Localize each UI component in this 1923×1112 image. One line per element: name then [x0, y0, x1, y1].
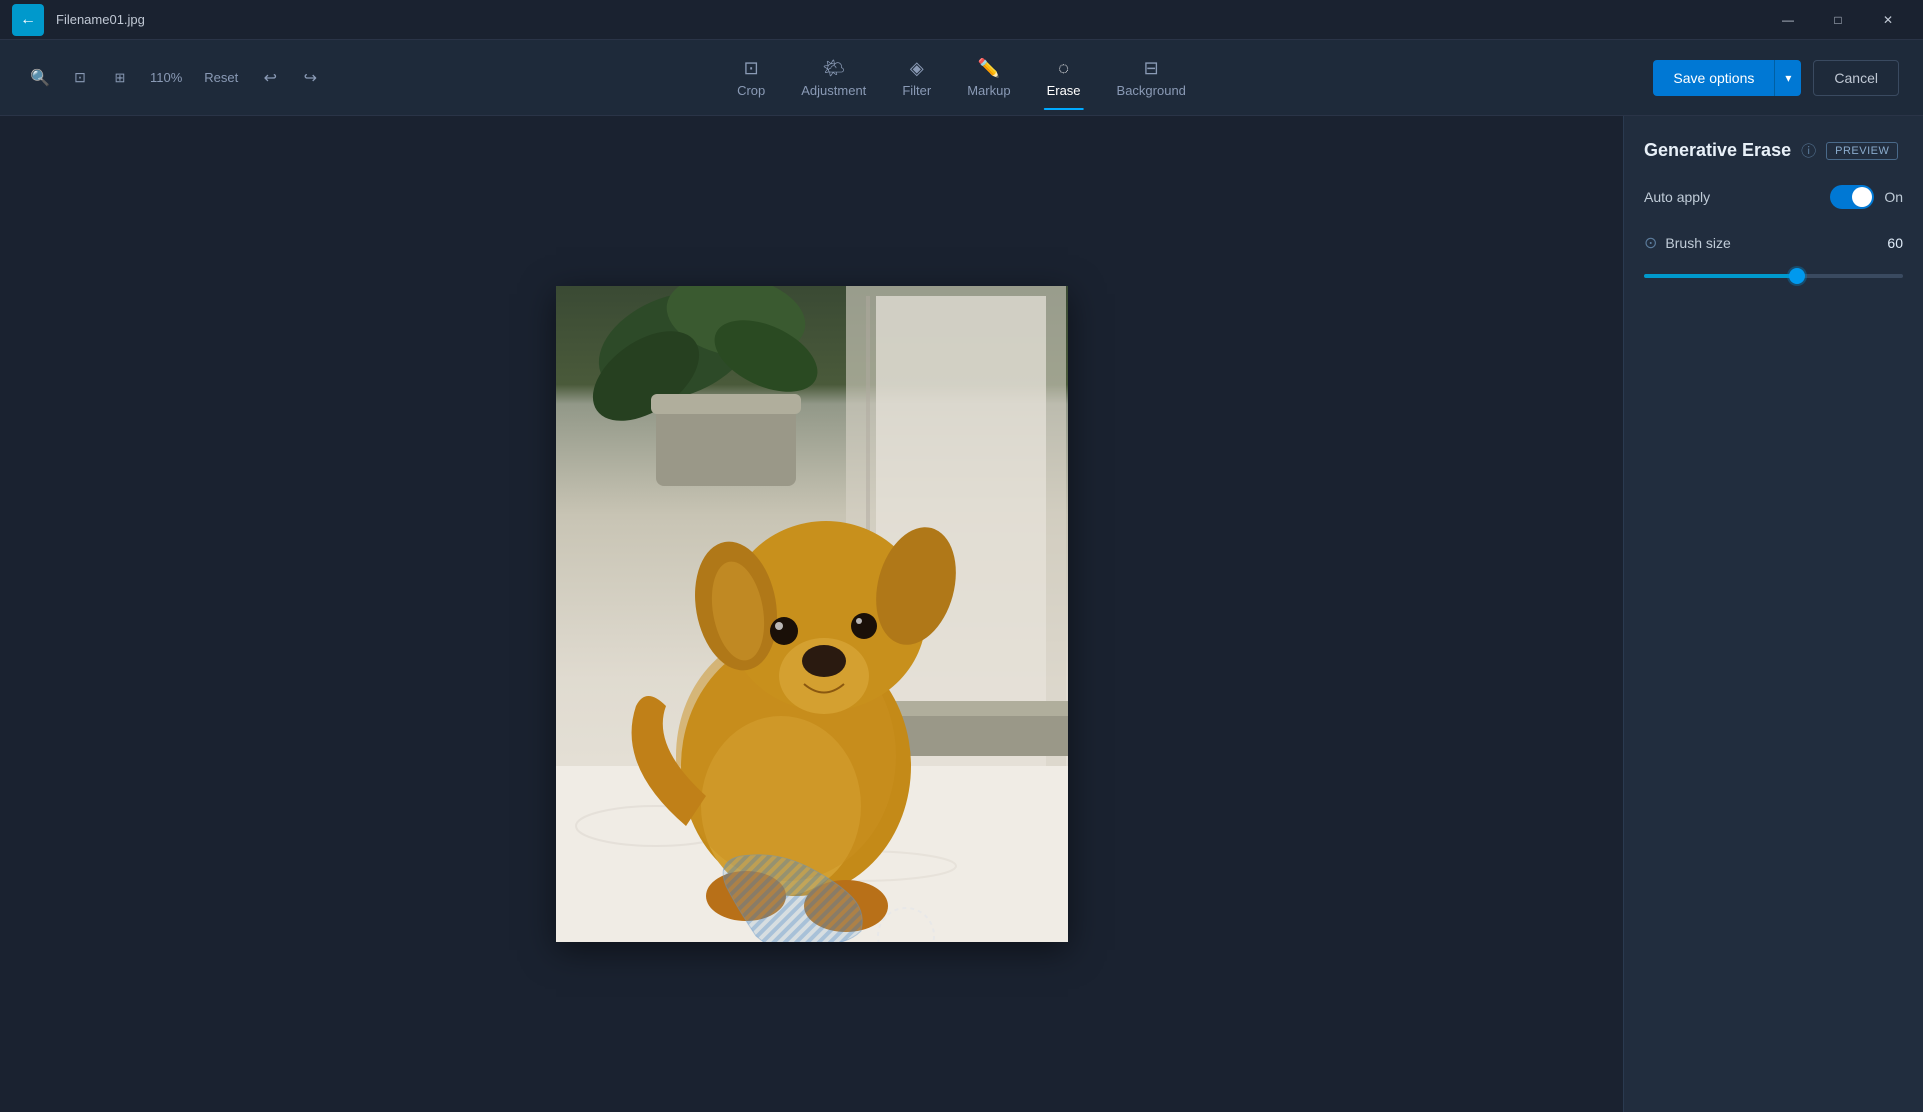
fit-view-button[interactable]: ⊡ — [64, 62, 96, 94]
erase-label: Erase — [1047, 83, 1081, 98]
brush-icon: ⊙ — [1644, 233, 1657, 253]
close-icon: ✕ — [1883, 13, 1893, 27]
redo-button[interactable]: ↪ — [294, 62, 326, 94]
zoom-level: 110% — [144, 70, 188, 85]
maximize-button[interactable]: □ — [1815, 4, 1861, 36]
tool-crop[interactable]: ⊡ Crop — [721, 50, 781, 106]
dog-photo — [556, 286, 1068, 942]
toolbar-left: 🔍 ⊡ ⊞ 110% Reset ↩ ↪ — [24, 62, 326, 94]
tool-adjustment[interactable]: 🌤 Adjustment — [785, 50, 882, 106]
brush-size-label: Brush size — [1665, 235, 1730, 251]
erase-icon: ◌ — [1058, 58, 1069, 79]
fit-icon: ⊡ — [74, 69, 86, 86]
reset-button[interactable]: Reset — [196, 66, 246, 89]
dropdown-arrow-icon: ▾ — [1785, 71, 1791, 85]
tool-background[interactable]: ⊟ Background — [1101, 50, 1202, 106]
toggle-group: On — [1830, 185, 1903, 209]
close-button[interactable]: ✕ — [1865, 4, 1911, 36]
save-options-button[interactable]: Save options — [1653, 60, 1774, 96]
maximize-icon: □ — [1834, 13, 1841, 27]
back-button[interactable]: ← — [12, 4, 44, 36]
info-icon[interactable]: ⓘ — [1801, 140, 1816, 161]
panel-title: Generative Erase — [1644, 140, 1791, 161]
background-icon: ⊟ — [1144, 58, 1159, 79]
main-toolbar: 🔍 ⊡ ⊞ 110% Reset ↩ ↪ ⊡ Crop 🌤 Adjustment… — [0, 40, 1923, 116]
undo-button[interactable]: ↩ — [254, 62, 286, 94]
tool-erase[interactable]: ◌ Erase — [1031, 50, 1097, 106]
auto-apply-row: Auto apply On — [1644, 185, 1903, 209]
tool-filter[interactable]: ◈ Filter — [886, 50, 947, 106]
toggle-knob — [1852, 187, 1872, 207]
aspect-ratio-button[interactable]: ⊞ — [104, 62, 136, 94]
tool-selector: ⊡ Crop 🌤 Adjustment ◈ Filter ✏️ Markup ◌… — [721, 50, 1202, 106]
minimize-button[interactable]: — — [1765, 4, 1811, 36]
right-panel: Generative Erase ⓘ PREVIEW Auto apply On… — [1623, 116, 1923, 1112]
adjustment-icon: 🌤 — [822, 58, 845, 79]
preview-badge: PREVIEW — [1826, 142, 1898, 160]
undo-icon: ↩ — [264, 68, 277, 88]
window-controls: — □ ✕ — [1765, 4, 1911, 36]
toolbar-right: Save options ▾ Cancel — [1653, 60, 1899, 96]
zoom-out-button[interactable]: 🔍 — [24, 62, 56, 94]
redo-icon: ↪ — [304, 68, 317, 88]
main-area: Generative Erase ⓘ PREVIEW Auto apply On… — [0, 116, 1923, 1112]
zoom-out-icon: 🔍 — [30, 68, 50, 88]
markup-icon: ✏️ — [978, 58, 1000, 79]
adjustment-label: Adjustment — [801, 83, 866, 98]
filter-label: Filter — [902, 83, 931, 98]
title-bar: ← Filename01.jpg — □ ✕ — [0, 0, 1923, 40]
brush-size-row: ⊙ Brush size 60 — [1644, 233, 1903, 253]
crop-label: Crop — [737, 83, 765, 98]
save-options-group: Save options ▾ — [1653, 60, 1801, 96]
save-dropdown-button[interactable]: ▾ — [1774, 60, 1801, 96]
tool-markup[interactable]: ✏️ Markup — [951, 50, 1026, 106]
brush-label-group: ⊙ Brush size — [1644, 233, 1731, 253]
auto-apply-toggle[interactable] — [1830, 185, 1874, 209]
back-icon: ← — [20, 11, 36, 29]
markup-label: Markup — [967, 83, 1010, 98]
panel-header: Generative Erase ⓘ PREVIEW — [1644, 140, 1903, 161]
toggle-state-label: On — [1884, 189, 1903, 205]
background-label: Background — [1117, 83, 1186, 98]
crop-icon: ⊡ — [744, 58, 759, 79]
auto-apply-label: Auto apply — [1644, 189, 1710, 205]
brush-slider-container — [1644, 265, 1903, 283]
brush-size-value: 60 — [1887, 235, 1903, 251]
filter-icon: ◈ — [910, 58, 924, 79]
minimize-icon: — — [1782, 13, 1794, 27]
brush-size-slider[interactable] — [1644, 274, 1903, 278]
aspect-icon: ⊞ — [115, 70, 126, 86]
canvas-area[interactable] — [0, 116, 1623, 1112]
brush-size-section: ⊙ Brush size 60 — [1644, 233, 1903, 283]
cancel-button[interactable]: Cancel — [1813, 60, 1899, 96]
window-title: Filename01.jpg — [56, 12, 145, 27]
image-container — [556, 286, 1068, 942]
